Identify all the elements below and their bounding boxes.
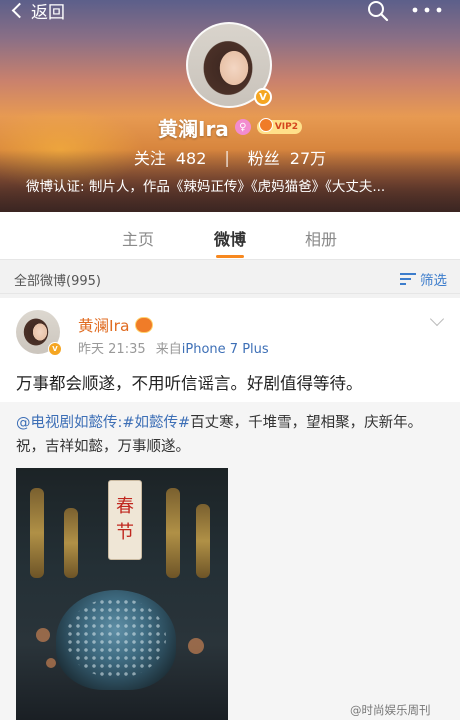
watermark: @时尚娱乐周刊 <box>350 703 431 717</box>
lantern-decoration <box>64 508 78 578</box>
headdress-pattern <box>66 598 166 678</box>
verification-text: 微博认证: 制片人，作品《辣妈正传》《虎妈猫爸》《大丈夫... <box>26 179 386 195</box>
post-text: 万事都会顺遂，不用听信谣言。好剧值得等待。 <box>16 374 363 393</box>
post-source[interactable]: iPhone 7 Plus <box>182 342 269 357</box>
tab-weibo[interactable]: 微博 <box>214 226 246 250</box>
post-meta: 昨天 21:35 来自iPhone 7 Plus <box>78 338 269 357</box>
profile-tabs: 主页 微博 相册 <box>0 212 460 260</box>
post-source-prefix: 来自 <box>155 342 182 357</box>
following-label: 关注 <box>133 149 166 168</box>
bokeh-light <box>188 638 204 654</box>
vip-label: VIP2 <box>274 122 298 132</box>
vip-badge[interactable]: VIP2 <box>256 118 302 134</box>
tab-album[interactable]: 相册 <box>305 226 337 250</box>
following-count: 482 <box>175 149 207 168</box>
post-time-prefix: 昨天 <box>78 342 105 357</box>
post-menu-chevron-icon[interactable] <box>429 311 445 327</box>
profile-cover: 返回 V 黄澜Ira ♀ VIP2 关注 482 | 粉丝 27万 微博认证: … <box>0 0 460 212</box>
followers-label: 粉丝 <box>247 149 280 168</box>
post-card[interactable]: V 黄澜Ira 昨天 21:35 来自iPhone 7 Plus 万事都会顺遂，… <box>0 298 460 720</box>
verified-badge-icon: V <box>254 88 272 106</box>
more-icon <box>412 7 442 13</box>
post-verified-badge-icon: V <box>48 342 62 356</box>
filter-label: 筛选 <box>420 273 447 289</box>
back-label: 返回 <box>31 2 65 23</box>
post-time: 21:35 <box>108 342 146 357</box>
active-tab-indicator <box>216 255 244 258</box>
profile-name-row: 黄澜Ira ♀ VIP2 <box>0 114 460 141</box>
repost-source-link[interactable]: @电视剧如懿传:#如懿传# <box>16 415 190 431</box>
following-stat[interactable]: 关注 482 <box>134 145 207 169</box>
bokeh-light <box>46 658 56 668</box>
search-button[interactable] <box>366 0 390 22</box>
back-button[interactable]: 返回 <box>10 0 65 23</box>
post-count-label: 全部微博(995) <box>14 274 101 289</box>
tab-home[interactable]: 主页 <box>122 226 154 250</box>
back-chevron-icon <box>11 2 28 18</box>
filter-button[interactable]: 筛选 <box>400 269 447 289</box>
more-button[interactable] <box>410 0 444 22</box>
post-author-row: 黄澜Ira <box>78 314 154 336</box>
profile-stats: 关注 482 | 粉丝 27万 <box>0 145 460 169</box>
image-banner: 春 节 <box>108 480 142 560</box>
lantern-decoration <box>30 488 44 578</box>
lantern-decoration <box>166 488 180 578</box>
repost-image[interactable]: 春 节 <box>16 468 228 720</box>
followers-stat[interactable]: 粉丝 27万 <box>248 145 326 169</box>
profile-name: 黄澜Ira <box>158 116 229 141</box>
top-bar: 返回 <box>0 0 460 23</box>
stats-divider: | <box>224 147 230 167</box>
search-icon <box>368 1 389 22</box>
banner-char: 春 <box>116 496 134 517</box>
repost-block[interactable]: @电视剧如懿传:#如懿传#百丈寒，千堆雪，望相聚，庆新年。祝，吉祥如懿，万事顺遂… <box>0 402 460 720</box>
filter-icon <box>400 272 416 286</box>
lantern-decoration <box>196 504 210 578</box>
filter-bar: 全部微博(995) 筛选 <box>0 261 460 294</box>
vip-crown-icon <box>258 118 273 132</box>
repost-text-block: @电视剧如懿传:#如懿传#百丈寒，千堆雪，望相聚，庆新年。祝，吉祥如懿，万事顺遂… <box>16 411 446 459</box>
banner-char: 节 <box>116 522 134 543</box>
female-gender-icon: ♀ <box>234 119 251 135</box>
post-author-name[interactable]: 黄澜Ira <box>78 314 129 336</box>
followers-count: 27万 <box>289 149 327 168</box>
post-vip-icon <box>135 317 154 333</box>
bokeh-light <box>36 628 50 642</box>
